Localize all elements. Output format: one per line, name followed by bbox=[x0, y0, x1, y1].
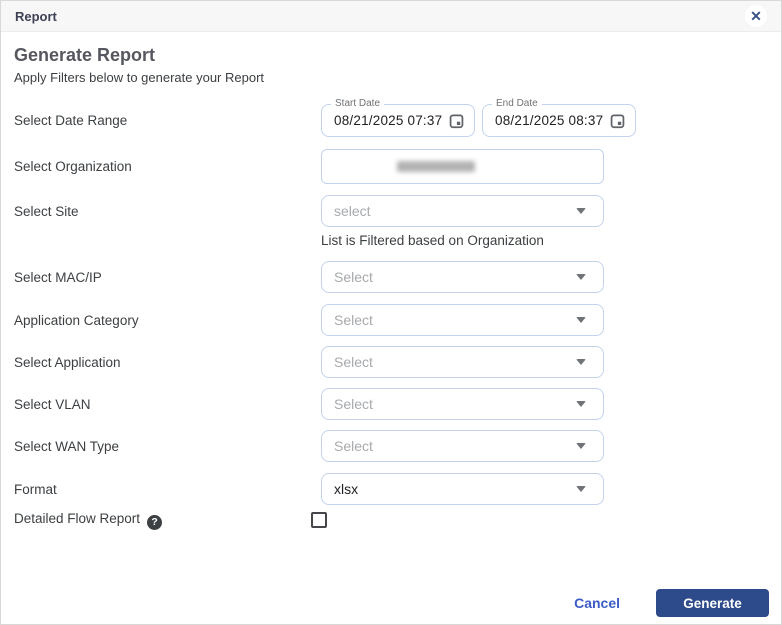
end-date-float-label: End Date bbox=[492, 98, 542, 109]
detailed-flow-report-checkbox[interactable] bbox=[311, 512, 327, 528]
mac-ip-select-placeholder: Select bbox=[334, 269, 373, 285]
mac-ip-label: Select MAC/IP bbox=[14, 270, 321, 285]
application-category-select[interactable]: Select bbox=[321, 304, 604, 336]
modal-footer: Cancel Generate bbox=[574, 589, 769, 617]
row-mac-ip: Select MAC/IP Select bbox=[14, 261, 768, 293]
modal-content: Generate Report Apply Filters below to g… bbox=[1, 32, 781, 530]
end-date-field[interactable]: End Date 08/21/2025 08:37 bbox=[482, 104, 636, 137]
row-date-range: Select Date Range Start Date 08/21/2025 … bbox=[14, 104, 768, 137]
dropdown-arrow-icon bbox=[576, 486, 586, 492]
dropdown-arrow-icon bbox=[576, 274, 586, 280]
wan-type-select-placeholder: Select bbox=[334, 438, 373, 454]
vlan-label: Select VLAN bbox=[14, 397, 321, 412]
format-label: Format bbox=[14, 482, 321, 497]
organization-label: Select Organization bbox=[14, 159, 321, 174]
start-date-field[interactable]: Start Date 08/21/2025 07:37 bbox=[321, 104, 475, 137]
format-select-value: xlsx bbox=[334, 481, 358, 497]
organization-input[interactable] bbox=[321, 149, 604, 184]
vlan-select-placeholder: Select bbox=[334, 396, 373, 412]
generate-report-modal: Report ✕ Generate Report Apply Filters b… bbox=[0, 0, 782, 625]
row-site: Select Site select bbox=[14, 195, 768, 227]
date-range-label: Select Date Range bbox=[14, 113, 321, 128]
help-icon[interactable]: ? bbox=[147, 515, 162, 530]
application-select-placeholder: Select bbox=[334, 354, 373, 370]
row-organization: Select Organization bbox=[14, 149, 768, 184]
page-subtitle: Apply Filters below to generate your Rep… bbox=[14, 70, 768, 85]
page-title: Generate Report bbox=[14, 45, 768, 66]
close-icon[interactable]: ✕ bbox=[745, 5, 767, 27]
dropdown-arrow-icon bbox=[576, 317, 586, 323]
site-select-placeholder: select bbox=[334, 203, 371, 219]
application-label: Select Application bbox=[14, 355, 321, 370]
generate-button[interactable]: Generate bbox=[656, 589, 769, 617]
application-category-select-placeholder: Select bbox=[334, 312, 373, 328]
row-application: Select Application Select bbox=[14, 346, 768, 378]
row-format: Format xlsx bbox=[14, 473, 768, 505]
wan-type-label: Select WAN Type bbox=[14, 439, 321, 454]
mac-ip-select[interactable]: Select bbox=[321, 261, 604, 293]
start-date-value: 08/21/2025 07:37 bbox=[334, 113, 447, 128]
date-fields: Start Date 08/21/2025 07:37 End Date 08/… bbox=[321, 104, 636, 137]
modal-header-title: Report bbox=[15, 9, 57, 24]
calendar-icon[interactable] bbox=[608, 111, 627, 130]
format-select[interactable]: xlsx bbox=[321, 473, 604, 505]
wan-type-select[interactable]: Select bbox=[321, 430, 604, 462]
cancel-button[interactable]: Cancel bbox=[574, 595, 620, 611]
application-select[interactable]: Select bbox=[321, 346, 604, 378]
site-select[interactable]: select bbox=[321, 195, 604, 227]
vlan-select[interactable]: Select bbox=[321, 388, 604, 420]
row-wan-type: Select WAN Type Select bbox=[14, 430, 768, 462]
dropdown-arrow-icon bbox=[576, 359, 586, 365]
row-vlan: Select VLAN Select bbox=[14, 388, 768, 420]
site-label: Select Site bbox=[14, 204, 321, 219]
dropdown-arrow-icon bbox=[576, 208, 586, 214]
dropdown-arrow-icon bbox=[576, 401, 586, 407]
start-date-float-label: Start Date bbox=[331, 98, 384, 109]
modal-header: Report ✕ bbox=[1, 1, 781, 32]
row-detailed-flow-report: Detailed Flow Report? bbox=[14, 511, 768, 530]
dropdown-arrow-icon bbox=[576, 443, 586, 449]
application-category-label: Application Category bbox=[14, 313, 321, 328]
end-date-value: 08/21/2025 08:37 bbox=[495, 113, 608, 128]
calendar-icon[interactable] bbox=[447, 111, 466, 130]
organization-masked-value bbox=[397, 161, 475, 172]
row-application-category: Application Category Select bbox=[14, 304, 768, 336]
detailed-flow-report-label: Detailed Flow Report? bbox=[14, 511, 321, 530]
detailed-flow-report-label-text: Detailed Flow Report bbox=[14, 511, 140, 526]
site-helper-text: List is Filtered based on Organization bbox=[321, 233, 768, 248]
